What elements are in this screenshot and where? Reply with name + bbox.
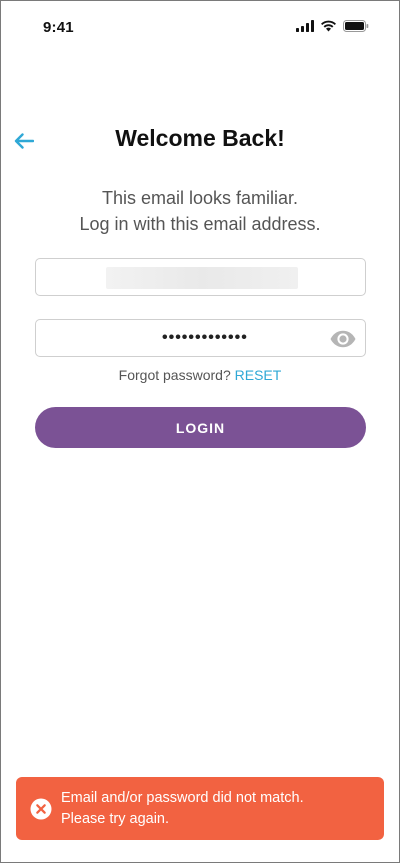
email-input[interactable] <box>36 259 365 295</box>
error-message: Email and/or password did not match. Ple… <box>61 788 304 830</box>
reset-password-link[interactable]: RESET <box>235 367 282 383</box>
close-circle-icon[interactable] <box>30 798 52 820</box>
login-screen: 9:41 Welcome Back! This email looks fami… <box>1 1 399 862</box>
status-icons <box>296 20 369 32</box>
login-button[interactable]: LOGIN <box>35 407 366 448</box>
subtitle: This email looks familiar. Log in with t… <box>1 185 399 237</box>
password-field[interactable] <box>35 319 366 357</box>
error-message-line-2: Please try again. <box>61 811 170 827</box>
show-password-toggle[interactable] <box>329 328 357 350</box>
forgot-password-row: Forgot password? RESET <box>1 367 399 383</box>
cellular-signal-icon <box>296 20 314 32</box>
error-message-line-1: Email and/or password did not match. <box>61 790 304 806</box>
status-time: 9:41 <box>43 19 74 36</box>
email-field[interactable] <box>35 258 366 296</box>
wifi-icon <box>321 20 336 32</box>
subtitle-line-1: This email looks familiar. <box>101 188 299 208</box>
eye-icon <box>330 330 356 348</box>
page-title: Welcome Back! <box>115 125 285 151</box>
battery-icon <box>343 20 369 32</box>
password-input[interactable] <box>36 320 365 356</box>
status-bar: 9:41 <box>1 1 399 55</box>
forgot-password-label: Forgot password? <box>118 367 231 383</box>
subtitle-line-2: Log in with this email address. <box>79 214 321 234</box>
error-toast: Email and/or password did not match. Ple… <box>16 777 384 840</box>
